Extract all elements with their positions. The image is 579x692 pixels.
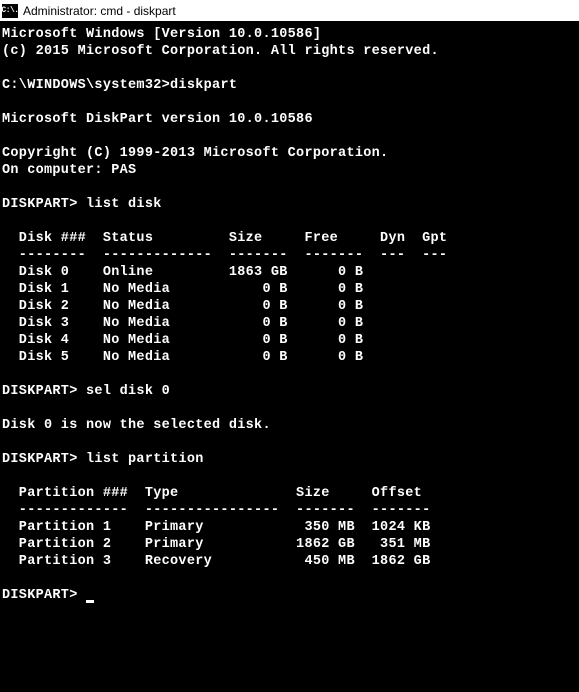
table-row: Disk 0 Online 1863 GB 0 B bbox=[2, 265, 363, 280]
command-text: sel disk 0 bbox=[78, 384, 170, 399]
table-row: Disk 2 No Media 0 B 0 B bbox=[2, 299, 363, 314]
diskpart-banner: Copyright (C) 1999-2013 Microsoft Corpor… bbox=[2, 146, 388, 161]
prompt: DISKPART> bbox=[2, 197, 78, 212]
command-text: diskpart bbox=[170, 78, 237, 93]
response-text: Disk 0 is now the selected disk. bbox=[2, 418, 271, 433]
diskpart-banner: On computer: PAS bbox=[2, 163, 136, 178]
command-text: list partition bbox=[78, 452, 204, 467]
prompt: DISKPART> bbox=[2, 452, 78, 467]
prompt: DISKPART> bbox=[2, 384, 78, 399]
table-row: Disk 3 No Media 0 B 0 B bbox=[2, 316, 363, 331]
table-divider: ------------- ---------------- ------- -… bbox=[2, 503, 430, 518]
terminal-output[interactable]: Microsoft Windows [Version 10.0.10586] (… bbox=[0, 22, 579, 608]
prompt: C:\WINDOWS\system32> bbox=[2, 78, 170, 93]
diskpart-banner: Microsoft DiskPart version 10.0.10586 bbox=[2, 112, 313, 127]
table-header: Disk ### Status Size Free Dyn Gpt bbox=[2, 231, 447, 246]
window-titlebar[interactable]: C:\. Administrator: cmd - diskpart bbox=[0, 0, 579, 22]
table-row: Partition 1 Primary 350 MB 1024 KB bbox=[2, 520, 430, 535]
table-row: Disk 5 No Media 0 B 0 B bbox=[2, 350, 363, 365]
table-row: Disk 1 No Media 0 B 0 B bbox=[2, 282, 363, 297]
banner-line: Microsoft Windows [Version 10.0.10586] bbox=[2, 27, 321, 42]
window-title: Administrator: cmd - diskpart bbox=[23, 4, 176, 18]
table-row: Disk 4 No Media 0 B 0 B bbox=[2, 333, 363, 348]
table-row: Partition 2 Primary 1862 GB 351 MB bbox=[2, 537, 430, 552]
table-header: Partition ### Type Size Offset bbox=[2, 486, 422, 501]
prompt: DISKPART> bbox=[2, 588, 78, 603]
command-text: list disk bbox=[78, 197, 162, 212]
cmd-icon: C:\. bbox=[2, 4, 18, 18]
cursor bbox=[86, 600, 94, 603]
table-row: Partition 3 Recovery 450 MB 1862 GB bbox=[2, 554, 430, 569]
command-text bbox=[78, 588, 86, 603]
banner-line: (c) 2015 Microsoft Corporation. All righ… bbox=[2, 44, 439, 59]
table-divider: -------- ------------- ------- ------- -… bbox=[2, 248, 447, 263]
